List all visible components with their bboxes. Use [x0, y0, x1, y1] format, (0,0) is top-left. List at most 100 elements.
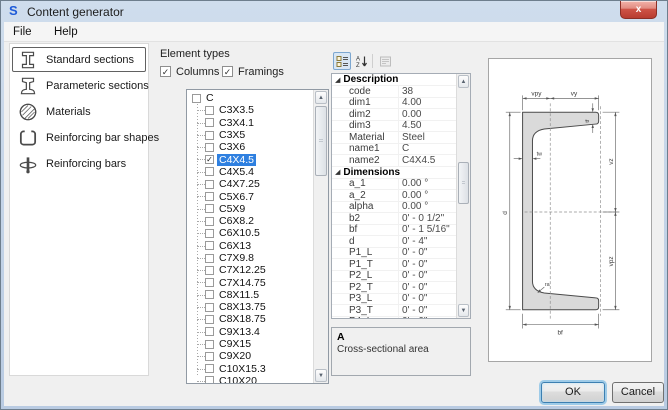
property-value[interactable]: 0' - 0": [398, 316, 456, 318]
property-row[interactable]: dim34.50: [332, 121, 456, 133]
property-row[interactable]: d0' - 4": [332, 236, 456, 248]
property-value[interactable]: 0' - 0": [398, 247, 456, 258]
sidebar-item-materials[interactable]: Materials: [12, 99, 146, 124]
property-value[interactable]: 0.00 °: [398, 178, 456, 189]
tree-item-checkbox[interactable]: [205, 192, 214, 201]
property-value[interactable]: 0.00: [398, 109, 456, 120]
tree-item[interactable]: C5X6.7: [190, 190, 313, 202]
category-expander-icon[interactable]: ◢: [332, 76, 343, 84]
tree-item[interactable]: C7X9.8: [190, 252, 313, 264]
property-value[interactable]: 0' - 0": [398, 259, 456, 270]
tree-item[interactable]: C3X4.1: [190, 117, 313, 129]
tree-item[interactable]: C9X13.4: [190, 326, 313, 338]
categorized-icon[interactable]: [333, 52, 351, 70]
tree-item-checkbox[interactable]: [205, 278, 214, 287]
sidebar-item-parametric-sections[interactable]: Parameteric sections: [12, 73, 146, 98]
property-value[interactable]: C: [398, 143, 456, 154]
tree-item[interactable]: C6X8.2: [190, 215, 313, 227]
property-row[interactable]: name1C: [332, 144, 456, 156]
scroll-down-arrow-icon[interactable]: ▼: [315, 369, 327, 382]
tree-item-checkbox[interactable]: [205, 167, 214, 176]
tree-item-checkbox[interactable]: [205, 303, 214, 312]
property-value[interactable]: 0' - 0": [398, 270, 456, 281]
property-category-row[interactable]: ◢Description: [332, 74, 456, 86]
tree-item[interactable]: C8X18.75: [190, 313, 313, 325]
tree-item-checkbox[interactable]: [205, 364, 214, 373]
property-row[interactable]: alpha0.00 °: [332, 202, 456, 214]
tree-item-checkbox[interactable]: [205, 340, 214, 349]
property-value[interactable]: 38: [398, 86, 456, 97]
property-value[interactable]: 0' - 1 5/16": [398, 224, 456, 235]
tree-item-checkbox[interactable]: [205, 376, 214, 383]
tree-item[interactable]: C8X11.5: [190, 289, 313, 301]
property-value[interactable]: 4.00: [398, 97, 456, 108]
tree-item-checkbox[interactable]: [205, 229, 214, 238]
scroll-down-arrow-icon[interactable]: ▼: [458, 304, 469, 317]
property-value[interactable]: 0' - 0 1/2": [398, 213, 456, 224]
sort-alphabetical-icon[interactable]: A Z: [352, 52, 370, 70]
scroll-up-arrow-icon[interactable]: ▲: [315, 91, 327, 104]
tree-item[interactable]: C3X6: [190, 141, 313, 153]
sidebar-item-reinforcing-bar-shapes[interactable]: Reinforcing bar shapes: [12, 125, 146, 150]
tree-item[interactable]: C9X20: [190, 350, 313, 362]
tree-item[interactable]: C5X9: [190, 203, 313, 215]
cancel-button[interactable]: Cancel: [612, 382, 664, 403]
tree-item-checkbox[interactable]: [205, 143, 214, 152]
tree-item[interactable]: C10X20: [190, 375, 313, 383]
sidebar-item-standard-sections[interactable]: Standard sections: [12, 47, 146, 72]
property-row[interactable]: P2_L0' - 0": [332, 271, 456, 283]
property-row[interactable]: P2_T0' - 0": [332, 282, 456, 294]
property-row[interactable]: P1_L0' - 0": [332, 248, 456, 260]
tree-root-item[interactable]: C: [190, 92, 313, 104]
ok-button[interactable]: OK: [541, 382, 605, 403]
property-row[interactable]: name2C4X4.5: [332, 155, 456, 167]
tree-item[interactable]: C8X13.75: [190, 301, 313, 313]
tree-root-checkbox[interactable]: [192, 94, 201, 103]
tree-item-checkbox[interactable]: [205, 315, 214, 324]
tree-item-checkbox[interactable]: [205, 241, 214, 250]
property-grid-scrollbar[interactable]: ▲ ▼: [456, 74, 470, 318]
columns-checkbox[interactable]: [160, 66, 171, 77]
tree-item[interactable]: C10X15.3: [190, 363, 313, 375]
tree-item[interactable]: C6X13: [190, 240, 313, 252]
property-row[interactable]: code38: [332, 86, 456, 98]
property-row[interactable]: bf0' - 1 5/16": [332, 225, 456, 237]
close-button[interactable]: x: [620, 1, 657, 19]
tree-item[interactable]: C3X3.5: [190, 104, 313, 116]
property-value[interactable]: 4.50: [398, 120, 456, 131]
tree-item[interactable]: C9X15: [190, 338, 313, 350]
property-value[interactable]: 0.00 °: [398, 201, 456, 212]
property-value[interactable]: C4X4.5: [398, 155, 456, 166]
property-row[interactable]: P3_T0' - 0": [332, 305, 456, 317]
property-row[interactable]: MaterialSteel: [332, 132, 456, 144]
tree-item-checkbox[interactable]: [205, 155, 214, 164]
tree-scrollbar[interactable]: ▲ ▼: [313, 90, 328, 383]
tree-item[interactable]: C7X14.75: [190, 276, 313, 288]
tree-item-checkbox[interactable]: [205, 266, 214, 275]
property-row[interactable]: a_10.00 °: [332, 179, 456, 191]
tree-item-checkbox[interactable]: [205, 290, 214, 299]
property-category-row[interactable]: ◢Dimensions: [332, 167, 456, 179]
tree-item[interactable]: C4X5.4: [190, 166, 313, 178]
tree-item[interactable]: C4X4.5: [190, 153, 313, 165]
sidebar-item-reinforcing-bars[interactable]: Reinforcing bars: [12, 151, 146, 176]
tree-scrollbar-thumb[interactable]: [315, 106, 327, 176]
tree-item[interactable]: C4X7.25: [190, 178, 313, 190]
tree-item-checkbox[interactable]: [205, 204, 214, 213]
property-value[interactable]: 0' - 0": [398, 282, 456, 293]
framings-checkbox[interactable]: [222, 66, 233, 77]
tree-item-checkbox[interactable]: [205, 327, 214, 336]
property-value[interactable]: Steel: [398, 132, 456, 143]
tree-item[interactable]: C7X12.25: [190, 264, 313, 276]
property-scrollbar-thumb[interactable]: [458, 162, 469, 204]
tree-item-checkbox[interactable]: [205, 106, 214, 115]
menu-file[interactable]: File: [4, 23, 41, 41]
property-row[interactable]: P1_T0' - 0": [332, 259, 456, 271]
scroll-up-arrow-icon[interactable]: ▲: [458, 75, 469, 88]
tree-item[interactable]: C3X5: [190, 129, 313, 141]
tree-item-checkbox[interactable]: [205, 131, 214, 140]
tree-item-checkbox[interactable]: [205, 254, 214, 263]
tree-item-checkbox[interactable]: [205, 352, 214, 361]
property-value[interactable]: 0' - 0": [398, 293, 456, 304]
property-row[interactable]: P4_L0' - 0": [332, 317, 456, 319]
